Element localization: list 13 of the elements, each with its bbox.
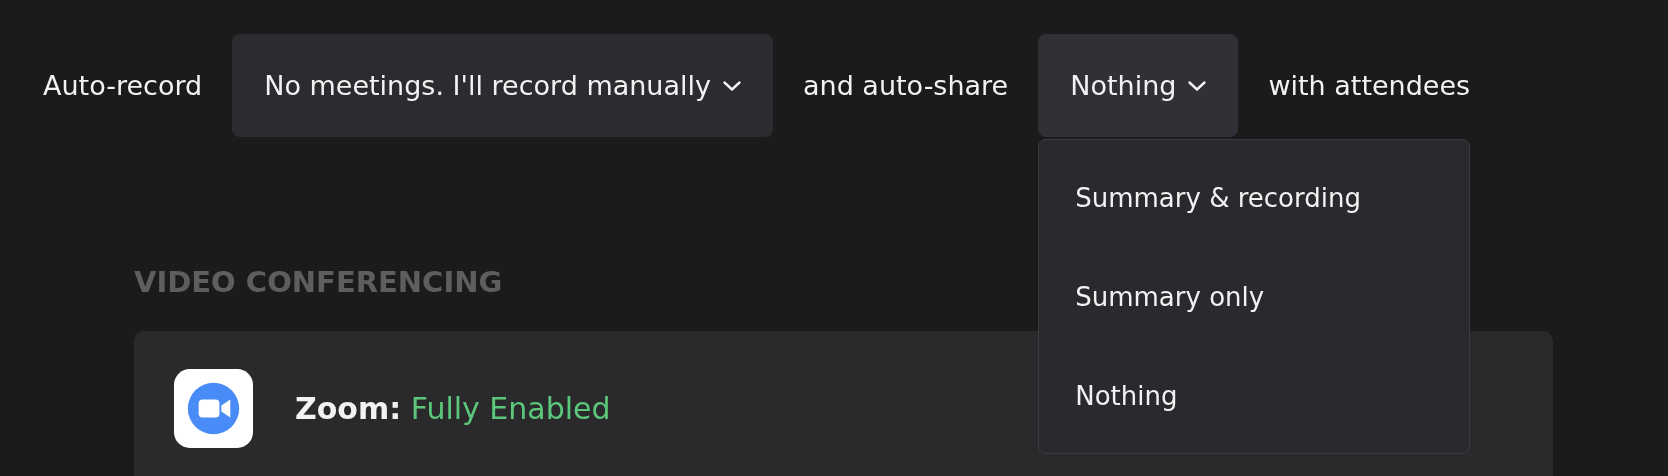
menu-item[interactable]: Summary only bbox=[1039, 266, 1470, 327]
share-dropdown[interactable]: Nothing bbox=[1038, 34, 1239, 137]
video-camera-icon bbox=[174, 369, 253, 448]
auto-record-label: Auto-record bbox=[43, 70, 203, 101]
recording-dropdown[interactable]: No meetings. I'll record manually bbox=[232, 34, 773, 137]
chevron-down-icon bbox=[723, 80, 741, 91]
menu-item[interactable]: Nothing bbox=[1039, 365, 1470, 426]
chevron-down-icon bbox=[1188, 80, 1207, 91]
integration-status: Zoom: Fully Enabled bbox=[295, 390, 611, 428]
section-heading: VIDEO CONFERENCING bbox=[134, 265, 503, 299]
menu-item[interactable]: Summary & recording bbox=[1039, 167, 1470, 228]
suffix-label: with attendees bbox=[1268, 70, 1471, 101]
connector-label: and auto-share bbox=[803, 70, 1009, 101]
